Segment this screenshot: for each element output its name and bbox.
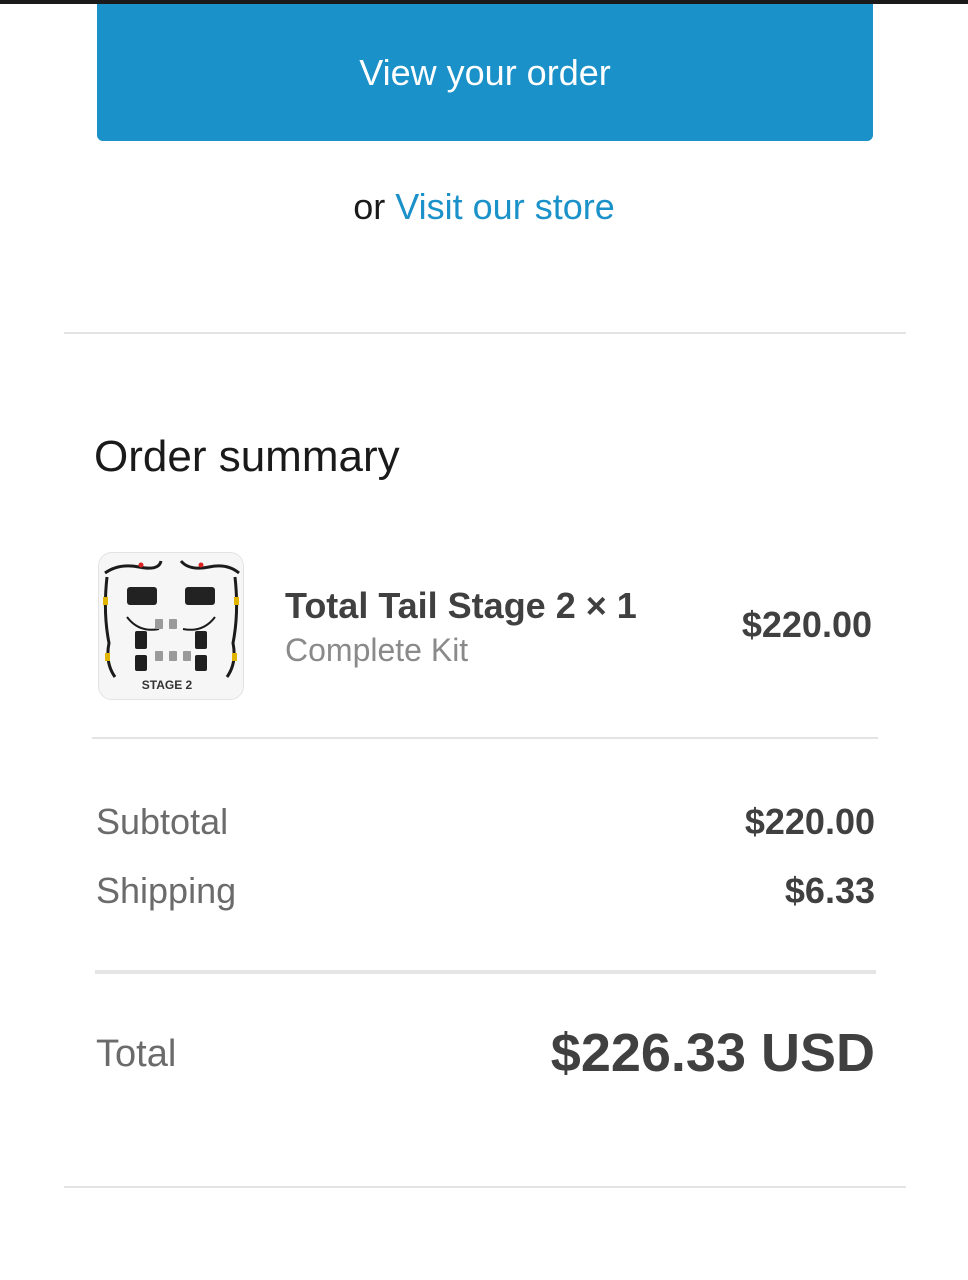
total-value: $226.33 USD bbox=[550, 1023, 875, 1083]
wiring-kit-image: STAGE 2 bbox=[99, 553, 243, 699]
or-text: or bbox=[353, 186, 386, 227]
totals-divider bbox=[95, 970, 876, 974]
total-label: Total bbox=[96, 1033, 177, 1075]
view-order-label: View your order bbox=[359, 51, 611, 93]
section-divider-bottom bbox=[64, 1186, 906, 1188]
product-name: Total Tail Stage 2 × 1 bbox=[285, 585, 637, 626]
thumbnail-caption: STAGE 2 bbox=[142, 678, 193, 692]
visit-store-row: or Visit our store bbox=[0, 186, 968, 228]
product-price: $220.00 bbox=[741, 604, 872, 645]
section-divider-top bbox=[64, 332, 906, 334]
order-summary-title: Order summary bbox=[94, 432, 400, 481]
product-thumbnail: STAGE 2 bbox=[98, 552, 244, 700]
view-order-button[interactable]: View your order bbox=[97, 4, 873, 141]
shipping-label: Shipping bbox=[96, 870, 237, 911]
items-divider bbox=[92, 737, 878, 739]
visit-store-link[interactable]: Visit our store bbox=[395, 186, 614, 227]
subtotal-value: $220.00 bbox=[744, 801, 875, 842]
subtotal-label: Subtotal bbox=[96, 801, 229, 842]
product-variant: Complete Kit bbox=[285, 632, 469, 668]
shipping-value: $6.33 bbox=[784, 870, 875, 911]
